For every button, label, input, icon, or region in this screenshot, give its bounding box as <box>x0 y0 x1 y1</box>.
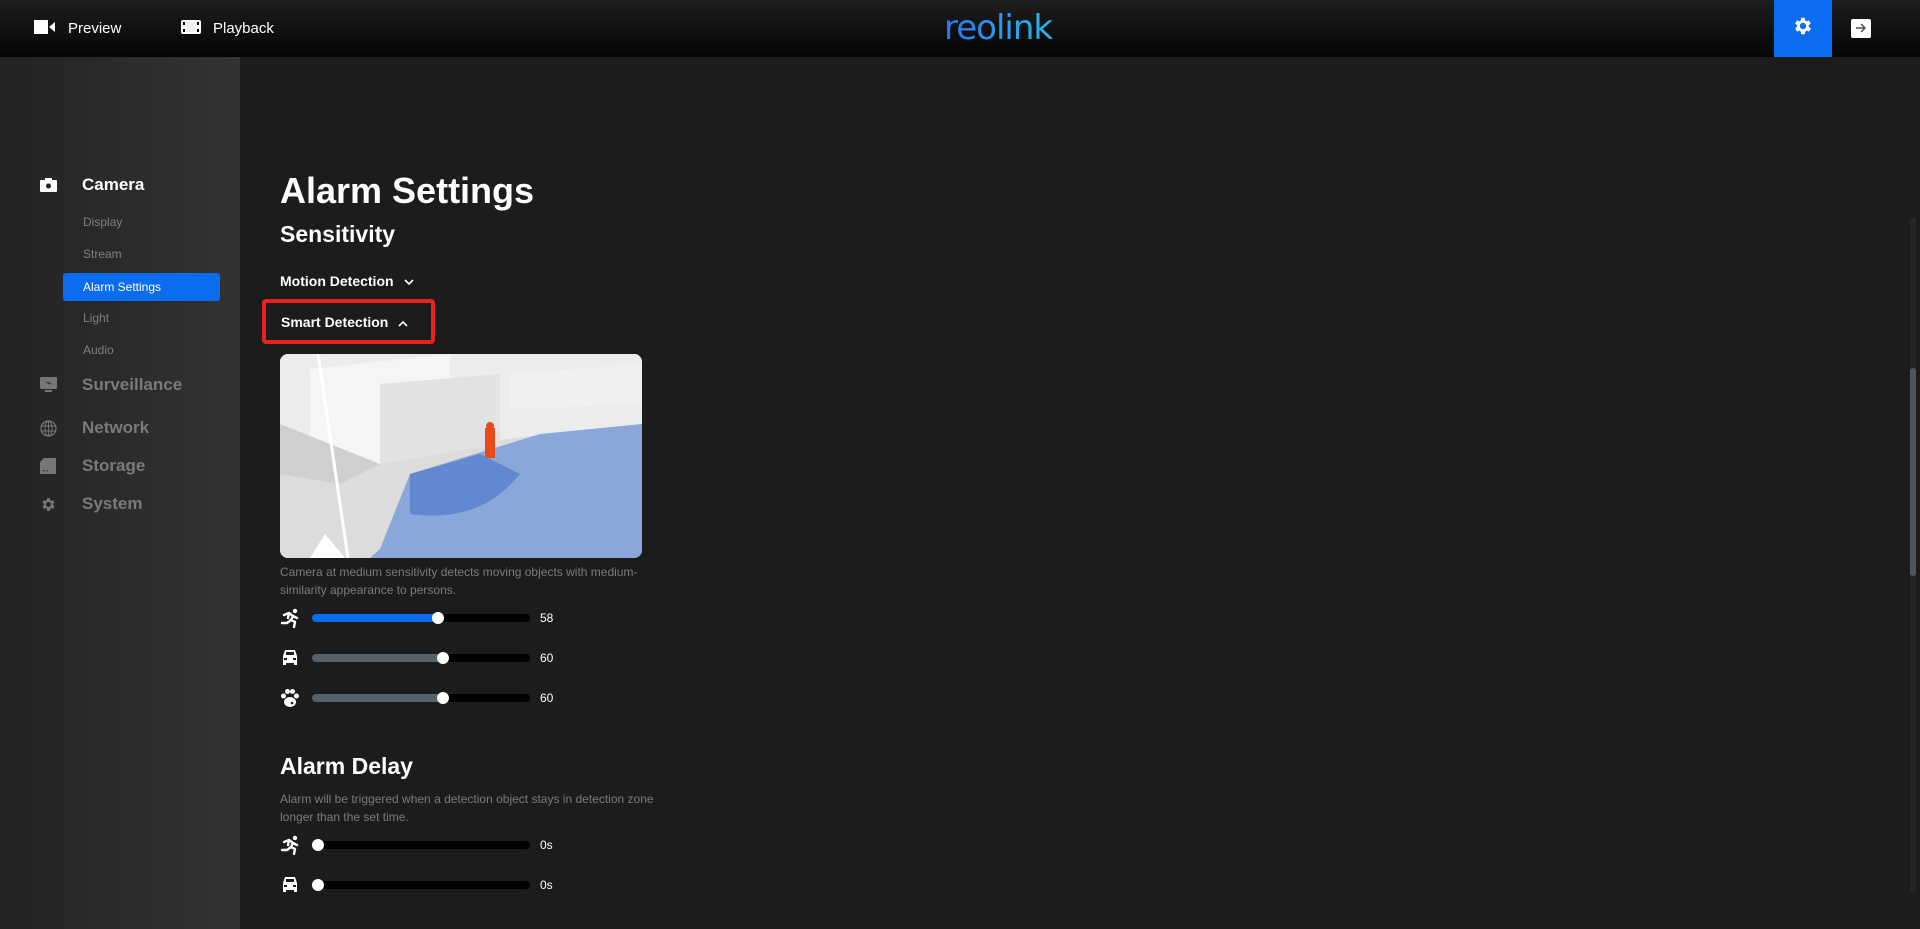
sd-card-icon <box>40 458 82 474</box>
gear-icon <box>40 496 82 513</box>
slider-track[interactable] <box>312 839 530 851</box>
top-header: Preview Playback reolink <box>0 0 1920 57</box>
nav-preview-label: Preview <box>68 20 122 37</box>
chevron-down-icon <box>403 273 414 289</box>
alarm-delay-description: Alarm will be triggered when a detection… <box>280 792 654 824</box>
sidebar-item-audio[interactable]: Audio <box>63 336 220 364</box>
delay-slider-vehicle: 0s <box>280 873 553 897</box>
sensitivity-title: Sensitivity <box>280 221 396 247</box>
slider-value: 60 <box>540 651 554 665</box>
car-icon <box>280 649 312 667</box>
logout-arrow-icon <box>1855 20 1867 38</box>
video-camera-icon <box>34 19 56 38</box>
slider-thumb[interactable] <box>436 692 449 704</box>
smart-detection-illustration <box>280 354 642 558</box>
sidebar-group-storage[interactable]: Storage <box>40 456 145 476</box>
sidebar: Camera Display Stream Alarm Settings Lig… <box>0 57 240 929</box>
slider-value: 0s <box>540 838 553 852</box>
slider-track[interactable] <box>312 612 530 624</box>
sidebar-group-surveillance[interactable]: Surveillance <box>40 375 182 395</box>
camera-icon <box>40 178 82 192</box>
settings-button[interactable] <box>1774 0 1832 57</box>
sidebar-group-camera[interactable]: Camera <box>40 175 144 195</box>
sidebar-item-stream[interactable]: Stream <box>63 240 220 268</box>
sidebar-group-label: Storage <box>82 456 146 475</box>
nav-playback[interactable]: Playback <box>181 0 274 57</box>
sidebar-group-label: Camera <box>82 175 145 194</box>
slider-track[interactable] <box>312 652 530 664</box>
sidebar-group-label: Surveillance <box>82 375 183 394</box>
sensitivity-slider-vehicle: 60 <box>280 646 553 670</box>
slider-thumb[interactable] <box>312 879 324 891</box>
monitor-icon <box>40 377 82 393</box>
sidebar-group-system[interactable]: System <box>40 494 142 514</box>
slider-thumb[interactable] <box>436 652 449 664</box>
film-icon <box>181 19 201 38</box>
sidebar-item-alarm-settings[interactable]: Alarm Settings <box>63 273 220 301</box>
sensitivity-slider-animal: 60 <box>280 686 553 710</box>
nav-playback-label: Playback <box>213 20 274 37</box>
smart-detection-description: Camera at medium sensitivity detects mov… <box>280 565 638 597</box>
chevron-up-icon <box>398 314 408 330</box>
paw-icon <box>280 688 312 708</box>
slider-value: 60 <box>540 691 554 705</box>
page-title: Alarm Settings <box>280 170 535 211</box>
logout-button[interactable] <box>1851 19 1871 38</box>
slider-track[interactable] <box>312 692 530 704</box>
vertical-scrollbar[interactable] <box>1910 217 1916 893</box>
smart-detection-label: Smart Detection <box>281 314 389 330</box>
slider-thumb[interactable] <box>432 612 445 624</box>
slider-fill <box>312 614 439 622</box>
delay-slider-person: 0s <box>280 833 553 857</box>
logo-text: reolink <box>944 9 1053 48</box>
sidebar-group-network[interactable]: Network <box>40 418 149 438</box>
gear-icon <box>1792 15 1814 42</box>
sidebar-group-label: Network <box>82 418 150 437</box>
slider-thumb[interactable] <box>312 839 324 851</box>
sidebar-item-display[interactable]: Display <box>63 208 220 236</box>
motion-detection-label: Motion Detection <box>280 273 394 289</box>
person-running-icon <box>280 608 312 628</box>
scrollbar-thumb[interactable] <box>1910 367 1916 576</box>
sidebar-item-light[interactable]: Light <box>63 304 220 332</box>
person-running-icon <box>280 835 312 855</box>
reolink-logo: reolink <box>944 8 1069 49</box>
slider-fill <box>312 654 443 662</box>
globe-icon <box>40 419 82 437</box>
slider-fill <box>312 694 443 702</box>
sensitivity-slider-person: 58 <box>280 606 553 630</box>
alarm-delay-title: Alarm Delay <box>280 753 413 779</box>
car-icon <box>280 876 312 894</box>
slider-value: 0s <box>540 878 553 892</box>
smart-detection-toggle[interactable]: Smart Detection <box>281 314 408 330</box>
motion-detection-toggle[interactable]: Motion Detection <box>280 273 414 289</box>
nav-preview[interactable]: Preview <box>34 0 121 57</box>
slider-track[interactable] <box>312 879 530 891</box>
slider-value: 58 <box>540 611 554 625</box>
main-content: Alarm Settings Sensitivity Motion Detect… <box>240 57 1920 929</box>
sidebar-group-label: System <box>82 494 143 513</box>
